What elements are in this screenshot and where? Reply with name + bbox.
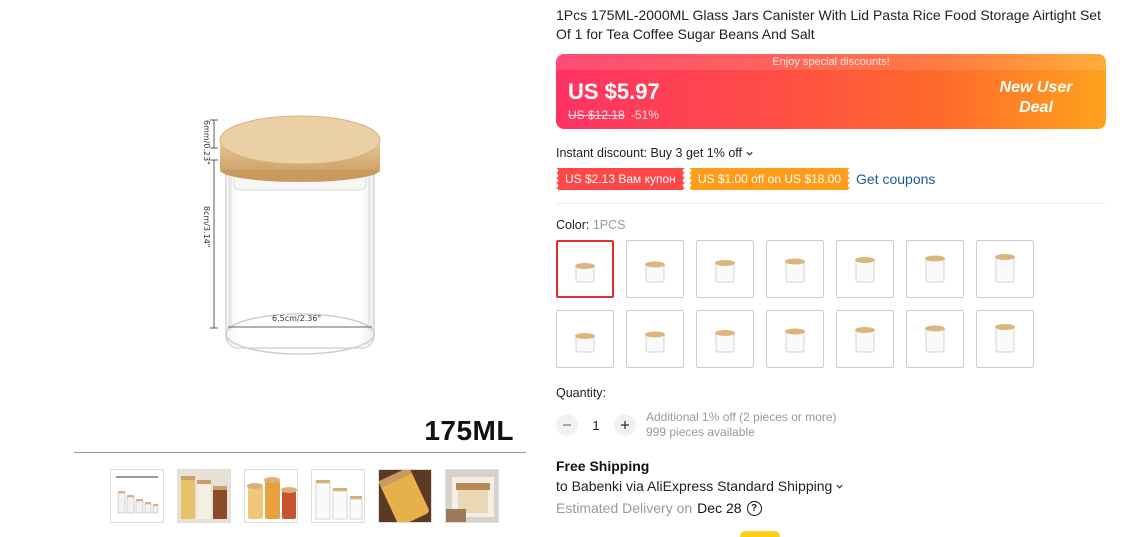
main-product-image[interactable]: 6mm/0.23" 8cm/3.14" 6.5cm/2.36" 175ML bbox=[72, 0, 526, 452]
thumbnail-strip bbox=[110, 469, 499, 523]
color-swatch[interactable] bbox=[766, 310, 824, 368]
thumbnail-empty-jars[interactable] bbox=[311, 469, 365, 523]
jar-swatch-image bbox=[575, 263, 595, 283]
color-label-text: Color: bbox=[556, 218, 593, 232]
product-title: 1Pcs 175ML-2000ML Glass Jars Canister Wi… bbox=[556, 7, 1101, 42]
jar-swatch-image bbox=[785, 328, 805, 353]
minus-icon bbox=[563, 424, 571, 426]
color-swatch[interactable] bbox=[766, 240, 824, 298]
jar-swatch-image bbox=[645, 261, 665, 283]
jar-swatch-image bbox=[715, 330, 735, 353]
quantity-value[interactable]: 1 bbox=[578, 418, 614, 433]
jar-swatch-image bbox=[855, 257, 875, 283]
color-swatch[interactable] bbox=[696, 240, 754, 298]
thumbnail-kitchen-jars[interactable] bbox=[177, 469, 231, 523]
color-swatch[interactable] bbox=[696, 310, 754, 368]
color-label: Color: 1PCS bbox=[556, 218, 1108, 232]
new-user-deal-badge: New User Deal bbox=[999, 79, 1073, 116]
color-swatch[interactable] bbox=[976, 240, 1034, 298]
price-banner: Enjoy special discounts! US $5.97 US $12… bbox=[556, 54, 1106, 129]
quantity-decrease-button[interactable] bbox=[556, 414, 578, 436]
capacity-label: 175ML bbox=[424, 415, 514, 446]
shipping-destination-text: to Babenki via AliExpress Standard Shipp… bbox=[556, 478, 833, 494]
quantity-label: Quantity: bbox=[556, 386, 607, 400]
thumbnail-filled-jars[interactable] bbox=[244, 469, 298, 523]
free-shipping-label: Free Shipping bbox=[556, 458, 650, 474]
instant-discount[interactable]: Instant discount: Buy 3 get 1% off bbox=[556, 146, 1108, 160]
thumbnail-jar-in-use[interactable] bbox=[445, 469, 499, 523]
color-swatch[interactable] bbox=[626, 240, 684, 298]
chevron-down-icon bbox=[746, 151, 753, 156]
delivery-label: Estimated Delivery on bbox=[556, 500, 693, 516]
jar-swatch-image bbox=[715, 260, 735, 283]
quantity-notes: Additional 1% off (2 pieces or more) 999… bbox=[646, 410, 837, 440]
thumbnail-size-chart[interactable] bbox=[110, 469, 164, 523]
jar-swatch-image bbox=[925, 255, 945, 283]
jar-swatch-image bbox=[645, 331, 665, 353]
lid-height-label: 6mm/0.23" bbox=[202, 120, 211, 165]
estimated-delivery: Estimated Delivery on Dec 28 ? bbox=[556, 500, 1108, 516]
thumbnail-pasta-jar[interactable] bbox=[378, 469, 432, 523]
color-swatch[interactable] bbox=[976, 310, 1034, 368]
filled-jars-image bbox=[245, 470, 297, 522]
original-price: US $12.18 bbox=[568, 108, 625, 122]
cropped-button-edge bbox=[740, 531, 780, 537]
jar-swatch-image bbox=[785, 258, 805, 283]
color-swatch[interactable] bbox=[906, 310, 964, 368]
size-chart-image bbox=[116, 476, 159, 514]
quantity-stepper: 1 Additional 1% off (2 pieces or more) 9… bbox=[556, 410, 1108, 440]
quantity-increase-button[interactable] bbox=[614, 414, 636, 436]
color-swatch[interactable] bbox=[556, 240, 614, 298]
jar-swatch-image bbox=[995, 254, 1015, 283]
promo-strip: Enjoy special discounts! bbox=[556, 54, 1106, 70]
delivery-date: Dec 28 bbox=[697, 500, 742, 516]
color-swatch[interactable] bbox=[836, 310, 894, 368]
body-height-label: 8cm/3.14" bbox=[202, 206, 211, 247]
jar-swatch-image bbox=[995, 324, 1015, 353]
bulk-discount-note: Additional 1% off (2 pieces or more) bbox=[646, 410, 837, 424]
jar-swatch-image bbox=[575, 333, 595, 353]
kitchen-jars-image bbox=[178, 470, 230, 522]
jar-in-use-image bbox=[446, 470, 498, 522]
instant-discount-text: Instant discount: Buy 3 get 1% off bbox=[556, 146, 742, 160]
product-gallery: 6mm/0.23" 8cm/3.14" 6.5cm/2.36" 175ML bbox=[72, 0, 526, 537]
shipping-destination[interactable]: to Babenki via AliExpress Standard Shipp… bbox=[556, 478, 1108, 494]
coupon-badge[interactable]: US $1.00 off on US $18.00 bbox=[688, 168, 851, 190]
help-icon[interactable]: ? bbox=[746, 500, 762, 516]
current-price: US $5.97 bbox=[568, 79, 660, 104]
color-swatch[interactable] bbox=[906, 240, 964, 298]
color-swatch-grid bbox=[556, 240, 1108, 368]
stock-available: 999 pieces available bbox=[646, 425, 755, 439]
color-swatch[interactable] bbox=[556, 310, 614, 368]
discount-percent: -51% bbox=[631, 108, 660, 122]
width-label: 6.5cm/2.36" bbox=[272, 314, 321, 323]
section-divider bbox=[556, 203, 1106, 204]
jar-swatch-image bbox=[855, 327, 875, 353]
glass-jar-illustration: 6mm/0.23" 8cm/3.14" 6.5cm/2.36" bbox=[202, 115, 381, 355]
empty-jars-image bbox=[312, 470, 364, 522]
coupon-badge[interactable]: US $2.13 Вам купон bbox=[556, 168, 685, 190]
color-swatch[interactable] bbox=[626, 310, 684, 368]
product-info: 1Pcs 175ML-2000ML Glass Jars Canister Wi… bbox=[556, 0, 1108, 516]
coupon-row: US $2.13 Вам купон US $1.00 off on US $1… bbox=[556, 168, 1108, 190]
get-coupons-link[interactable]: Get coupons bbox=[856, 171, 935, 187]
pasta-jar-image bbox=[379, 470, 431, 522]
jar-swatch-image bbox=[925, 325, 945, 353]
plus-icon bbox=[621, 421, 629, 429]
gallery-divider bbox=[74, 452, 526, 453]
color-swatch[interactable] bbox=[836, 240, 894, 298]
color-selected-value: 1PCS bbox=[592, 218, 626, 232]
chevron-down-icon bbox=[836, 484, 843, 489]
